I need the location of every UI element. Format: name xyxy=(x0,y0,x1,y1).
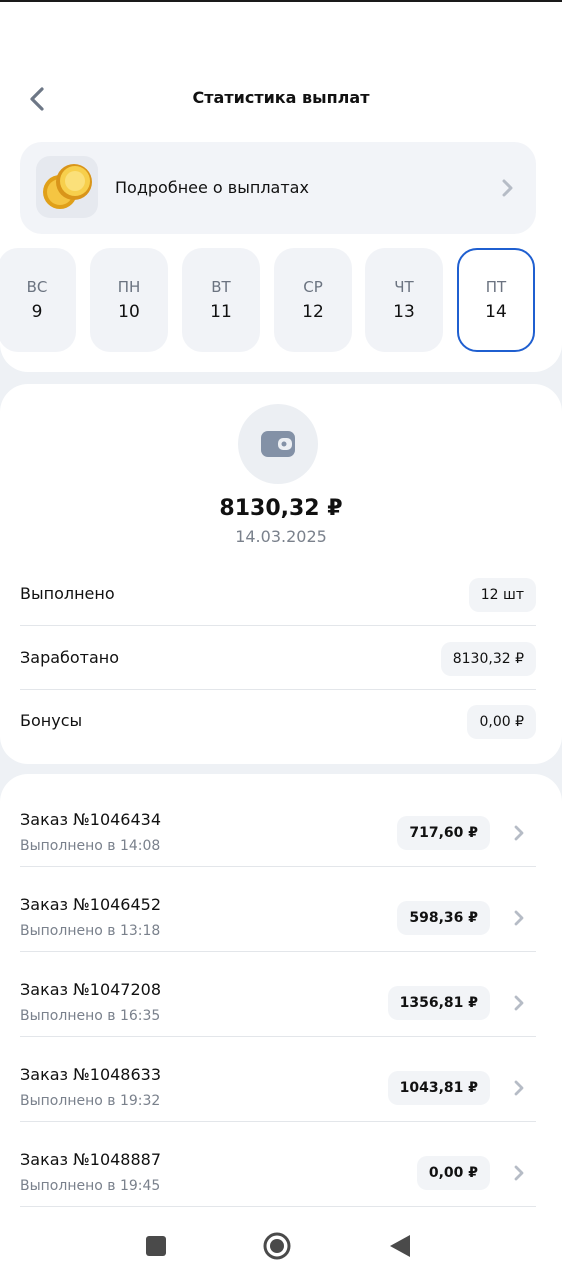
day-number: 10 xyxy=(118,302,140,322)
payout-details-card[interactable]: Подробнее о выплатах xyxy=(20,142,536,234)
order-time: Выполнено в 19:45 xyxy=(20,1178,161,1194)
payout-details-label: Подробнее о выплатах xyxy=(115,178,309,197)
stat-label: Бонусы xyxy=(20,711,83,730)
divider xyxy=(20,689,536,690)
day-name: ПТ xyxy=(485,278,507,296)
home-button[interactable] xyxy=(263,1232,291,1260)
stat-earned: Заработано 8130,32 ₽ xyxy=(20,628,536,690)
day-fri-selected[interactable]: ПТ 14 xyxy=(457,248,535,352)
divider xyxy=(20,625,536,626)
day-thu[interactable]: ЧТ 13 xyxy=(365,248,443,352)
system-nav-bar xyxy=(0,1214,562,1280)
recent-apps-button[interactable] xyxy=(146,1236,166,1256)
order-amount: 0,00 ₽ xyxy=(416,1156,490,1190)
order-amount: 598,36 ₽ xyxy=(397,901,490,935)
order-row[interactable]: Заказ №1046434 Выполнено в 14:08 717,60 … xyxy=(20,782,536,867)
wallet-badge xyxy=(238,404,318,484)
wallet-icon xyxy=(261,431,295,457)
stat-value: 0,00 ₽ xyxy=(467,705,536,739)
stat-label: Выполнено xyxy=(20,584,115,603)
day-name: ВС xyxy=(26,278,48,296)
order-amount: 1356,81 ₽ xyxy=(387,986,490,1020)
day-number: 14 xyxy=(485,302,507,322)
stat-label: Заработано xyxy=(20,648,120,667)
stat-bonuses: Бонусы 0,00 ₽ xyxy=(20,691,536,753)
page-title: Статистика выплат xyxy=(192,88,370,107)
stat-value: 8130,32 ₽ xyxy=(440,642,536,676)
order-time: Выполнено в 14:08 xyxy=(20,838,161,854)
order-row[interactable]: Заказ №1047208 Выполнено в 16:35 1356,81… xyxy=(20,952,536,1037)
chevron-right-icon xyxy=(502,179,513,197)
order-title: Заказ №1046452 xyxy=(20,895,162,914)
order-row[interactable]: Заказ №1046452 Выполнено в 13:18 598,36 … xyxy=(20,867,536,952)
orders-list: Заказ №1046434 Выполнено в 14:08 717,60 … xyxy=(0,774,562,1214)
order-time: Выполнено в 16:35 xyxy=(20,1008,161,1024)
day-name: ЧТ xyxy=(394,278,414,296)
day-selector: ВС 9 ПН 10 ВТ 11 СР 12 ЧТ 13 ПТ 14 xyxy=(0,248,562,354)
order-row[interactable]: Заказ №1048887 Выполнено в 19:45 0,00 ₽ xyxy=(20,1122,536,1207)
summary-card: 8130,32 ₽ 14.03.2025 Выполнено 12 шт Зар… xyxy=(0,384,562,764)
day-number: 9 xyxy=(31,302,43,322)
chevron-right-icon xyxy=(514,1165,524,1181)
day-number: 13 xyxy=(393,302,415,322)
day-mon[interactable]: ПН 10 xyxy=(90,248,168,352)
order-time: Выполнено в 19:32 xyxy=(20,1093,161,1109)
order-title: Заказ №1048887 xyxy=(20,1150,162,1169)
divider xyxy=(20,1206,536,1207)
day-wed[interactable]: СР 12 xyxy=(274,248,352,352)
stat-value: 12 шт xyxy=(468,578,536,612)
chevron-right-icon xyxy=(514,825,524,841)
header: Статистика выплат xyxy=(0,74,562,124)
chevron-right-icon xyxy=(514,995,524,1011)
total-date: 14.03.2025 xyxy=(235,527,327,546)
day-name: СР xyxy=(303,278,323,296)
day-name: ПН xyxy=(117,278,141,296)
coin-tile xyxy=(36,156,98,218)
top-panel: Статистика выплат Подробнее о выплатах В… xyxy=(0,2,562,372)
day-sun[interactable]: ВС 9 xyxy=(0,248,76,352)
back-triangle-button[interactable] xyxy=(388,1233,412,1259)
order-title: Заказ №1047208 xyxy=(20,980,162,999)
coins-icon xyxy=(43,164,92,209)
day-tue[interactable]: ВТ 11 xyxy=(182,248,260,352)
order-amount: 1043,81 ₽ xyxy=(387,1071,490,1105)
order-title: Заказ №1046434 xyxy=(20,810,162,829)
chevron-right-icon xyxy=(514,910,524,926)
order-amount: 717,60 ₽ xyxy=(397,816,490,850)
stat-completed: Выполнено 12 шт xyxy=(20,564,536,626)
order-title: Заказ №1048633 xyxy=(20,1065,162,1084)
order-row[interactable]: Заказ №1048633 Выполнено в 19:32 1043,81… xyxy=(20,1037,536,1122)
order-time: Выполнено в 13:18 xyxy=(20,923,161,939)
chevron-right-icon xyxy=(514,1080,524,1096)
total-amount: 8130,32 ₽ xyxy=(219,496,343,521)
day-number: 12 xyxy=(302,302,324,322)
day-name: ВТ xyxy=(211,278,231,296)
day-number: 11 xyxy=(210,302,232,322)
